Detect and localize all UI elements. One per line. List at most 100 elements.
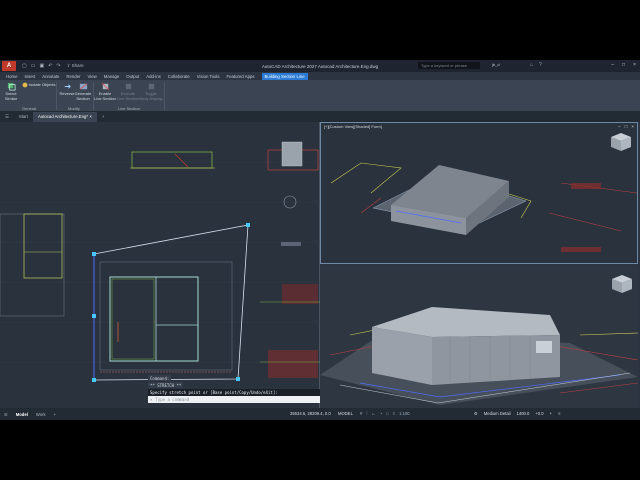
tab-insert[interactable]: Insert xyxy=(24,74,35,79)
isolate-objects-label: Isolate Objects xyxy=(29,81,56,87)
enable-live-section-label: Enable Live Section xyxy=(94,91,116,101)
plus-icon[interactable]: + xyxy=(550,411,552,416)
viewport-controls: – □ × xyxy=(618,124,634,129)
tab-work[interactable]: Work xyxy=(32,412,50,417)
reverse-button[interactable]: Reverse xyxy=(60,82,74,97)
window-title: AutoCAD Architecture 2027 Autocad Archit… xyxy=(261,63,379,69)
share-label: Share xyxy=(71,63,84,68)
new-tab-button[interactable]: + xyxy=(97,112,110,122)
drawing-canvas-plan[interactable]: Command: ** STRETCH ** Specify stretch p… xyxy=(0,122,398,408)
close-tab-icon[interactable]: × xyxy=(89,114,92,119)
tab-active-drawing[interactable]: Autocad Architecture.Eng* × xyxy=(32,112,97,122)
exclude-live-section-button[interactable]: Exclude Live Section xyxy=(117,82,139,101)
left-room-plan xyxy=(0,213,65,317)
search-input[interactable]: Type a keyword or phrase xyxy=(418,62,480,69)
tab-start[interactable]: Start xyxy=(14,112,33,122)
menu-icon[interactable]: ☰ xyxy=(0,112,14,122)
tab-annotate[interactable]: Annotate xyxy=(42,74,59,79)
viewcube-icon[interactable] xyxy=(611,133,631,151)
polar-icon[interactable]: ◔ xyxy=(380,411,383,416)
select-similar-button[interactable]: Select Similar xyxy=(4,82,18,101)
tab-output[interactable]: Output xyxy=(126,74,139,79)
grid-icon[interactable]: # xyxy=(360,411,362,416)
enable-live-section-button[interactable]: Enable Live Section xyxy=(94,82,116,101)
application-menu-button[interactable]: A xyxy=(2,61,16,71)
tab-model[interactable]: Model xyxy=(12,412,32,417)
tab-featured-apps[interactable]: Featured Apps xyxy=(227,74,255,79)
elevation-value[interactable]: +0.0 xyxy=(535,411,543,416)
help-icon[interactable]: ? xyxy=(539,62,542,68)
group-live-section: Live Section xyxy=(118,106,140,111)
detail-level[interactable]: Medium Detail xyxy=(484,411,511,416)
status-bar: ☰ Model Work + 35534.6, 28209.4, 0.0 MOD… xyxy=(0,408,640,420)
cart-icon[interactable]: ⌂ xyxy=(530,62,533,68)
live-section-icon xyxy=(101,82,109,91)
generate-section-icon xyxy=(79,83,87,90)
menu-icon[interactable]: ≡ xyxy=(558,411,560,416)
open-icon[interactable]: ▭ xyxy=(31,63,36,69)
lineweight-icon[interactable]: ≡ xyxy=(393,411,395,416)
undo-icon[interactable]: ↶ xyxy=(48,63,52,69)
viewport-close-icon[interactable]: × xyxy=(631,124,634,129)
command-input-placeholder: Type a command xyxy=(155,397,190,402)
select-similar-label: Select Similar xyxy=(4,91,18,101)
viewport-minimize-icon[interactable]: – xyxy=(618,124,621,129)
redo-icon[interactable]: ↷ xyxy=(56,63,60,69)
drafting-toggles: # ⁞ ∟ ◔ □ ≡ 1:100 xyxy=(360,411,410,416)
toggle-body-display-label: Toggle Body Display xyxy=(139,91,163,101)
tab-vision-tools[interactable]: Vision Tools xyxy=(197,74,220,79)
active-drawing-label: Autocad Architecture.Eng* xyxy=(37,114,89,119)
reverse-label: Reverse xyxy=(59,91,75,96)
scale-label[interactable]: 1:100 xyxy=(399,411,409,416)
select-similar-icon xyxy=(7,82,15,91)
generate-section-button[interactable]: Generate Section xyxy=(75,82,91,101)
save-icon[interactable]: ▣ xyxy=(39,63,44,69)
window-controls: – □ × xyxy=(611,62,636,68)
tab-collaborate[interactable]: Collaborate xyxy=(168,74,190,79)
toggle-body-display-button[interactable]: Toggle Body Display xyxy=(139,82,163,101)
layout-menu-icon[interactable]: ☰ xyxy=(0,412,12,417)
snap-icon[interactable]: ⁞ xyxy=(366,411,367,416)
user-account[interactable]: jb_d xyxy=(492,62,500,67)
tab-manage[interactable]: Manage xyxy=(104,74,120,79)
settings-icon[interactable]: ⚙ xyxy=(474,411,478,416)
viewcube-icon[interactable] xyxy=(612,275,632,293)
viewport-maximize-icon[interactable]: □ xyxy=(625,124,628,129)
ribbon-tabs: Home Insert Annotate Render View Manage … xyxy=(0,72,640,80)
viewport-custom-view[interactable]: [+][Custom View][Shaded] Form] – □ × xyxy=(320,122,638,264)
viewport-perspective[interactable] xyxy=(320,265,639,408)
toggle-body-icon xyxy=(148,83,154,90)
viewcube-scale-icon[interactable] xyxy=(281,242,301,246)
maximize-icon[interactable]: □ xyxy=(622,62,625,68)
share-button[interactable]: ⇪ Share xyxy=(67,63,84,69)
autocad-window: A ▢ ▭ ▣ ↶ ↷ ⇪ Share AutoCAD Architecture… xyxy=(0,60,640,420)
building-plan xyxy=(99,261,233,373)
tab-render[interactable]: Render xyxy=(66,74,80,79)
close-command-icon[interactable]: × xyxy=(150,397,152,402)
osnap-icon[interactable]: □ xyxy=(386,411,389,416)
tab-view[interactable]: View xyxy=(88,74,97,79)
tab-add-ins[interactable]: Add-ins xyxy=(146,74,161,79)
add-layout-button[interactable]: + xyxy=(50,412,60,417)
ortho-icon[interactable]: ∟ xyxy=(372,411,376,416)
exclude-live-section-label: Exclude Live Section xyxy=(117,91,139,101)
isolate-objects-button[interactable]: Isolate Objects xyxy=(22,82,55,88)
ribbon-separator xyxy=(164,82,165,110)
tab-home[interactable]: Home xyxy=(6,74,17,79)
ribbon-panel: Select Similar Isolate Objects General R… xyxy=(0,80,640,112)
document-tabs: ☰ Start Autocad Architecture.Eng* × + xyxy=(0,112,640,122)
isolate-icon xyxy=(22,82,28,88)
minimize-icon[interactable]: – xyxy=(611,62,614,68)
tab-building-section-line[interactable]: Building Section Line xyxy=(261,72,308,80)
title-bar: A ▢ ▭ ▣ ↶ ↷ ⇪ Share AutoCAD Architecture… xyxy=(0,60,640,72)
command-history-1: Command: xyxy=(148,375,172,381)
cut-plane-value[interactable]: 1400.0 xyxy=(517,411,530,416)
close-icon[interactable]: × xyxy=(633,62,636,68)
model-space-toggle[interactable]: MODEL xyxy=(338,411,353,416)
new-icon[interactable]: ▢ xyxy=(22,63,27,69)
site-hatch xyxy=(260,284,320,378)
command-history-2: ** STRETCH ** xyxy=(148,382,184,388)
3d-model-top xyxy=(330,133,638,252)
group-general: General xyxy=(22,106,37,111)
viewport-label[interactable]: [+][Custom View][Shaded] Form] xyxy=(324,124,382,129)
